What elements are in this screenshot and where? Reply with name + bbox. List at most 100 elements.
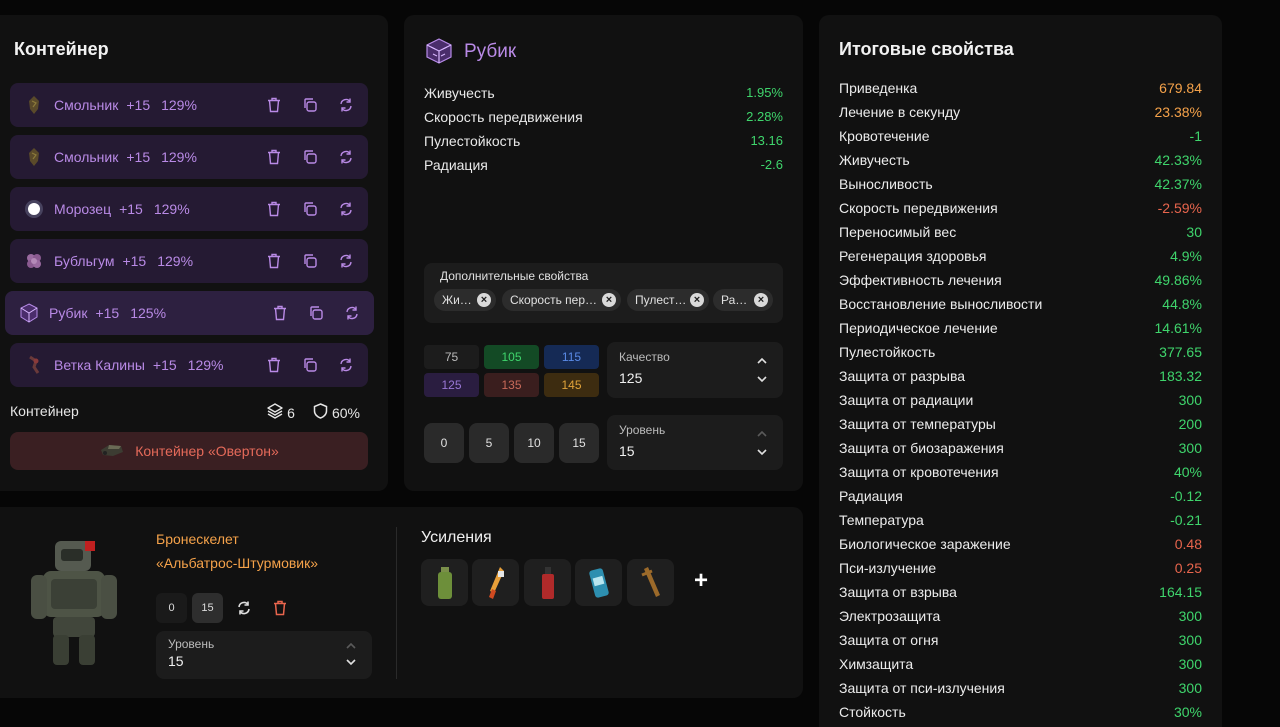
trash-icon[interactable] bbox=[264, 199, 284, 219]
total-stat-row: Биологическое заражение 0.48 bbox=[839, 536, 1202, 558]
extra-property-chip[interactable]: Радиация× bbox=[713, 289, 773, 311]
divider bbox=[396, 527, 397, 679]
artifact-level: +15 bbox=[126, 97, 151, 113]
copy-icon[interactable] bbox=[306, 303, 326, 323]
level-select[interactable]: Уровень 15 bbox=[607, 415, 783, 470]
boost-slot-green-syringe[interactable] bbox=[421, 559, 468, 606]
trash-icon[interactable] bbox=[264, 251, 284, 271]
copy-icon[interactable] bbox=[300, 199, 320, 219]
container-artifact-row[interactable]: Бубльгум +15 129% bbox=[10, 239, 368, 283]
extra-property-chip[interactable]: Пулестойкость× bbox=[627, 289, 709, 311]
container-artifact-row[interactable]: Рубик +15 125% bbox=[5, 291, 374, 335]
boost-slot-red-bottle[interactable] bbox=[524, 559, 571, 606]
container-artifact-row[interactable]: Ветка Калины +15 129% bbox=[10, 343, 368, 387]
close-icon[interactable]: × bbox=[690, 293, 704, 307]
artifact-name: Смольник bbox=[54, 97, 119, 113]
close-icon[interactable]: × bbox=[477, 293, 491, 307]
quality-option-button[interactable]: 105 bbox=[484, 345, 539, 369]
add-boost-button[interactable]: + bbox=[694, 567, 708, 595]
total-stat-name: Пси-излучение bbox=[839, 560, 937, 576]
total-stat-row: Защита от биозаражения 300 bbox=[839, 440, 1202, 462]
boost-slot-blue-can[interactable] bbox=[575, 559, 622, 606]
container-artifact-row[interactable]: Смольник +15 129% bbox=[10, 135, 368, 179]
trash-icon[interactable] bbox=[264, 147, 284, 167]
trash-icon[interactable] bbox=[264, 593, 295, 623]
armor-level-value: 15 bbox=[168, 653, 184, 669]
total-stat-row: Эффективность лечения 49.86% bbox=[839, 272, 1202, 294]
chevron-up-icon[interactable] bbox=[344, 639, 358, 651]
container-overton-button[interactable]: Контейнер «Овертон» bbox=[10, 432, 368, 470]
boost-slot-orange-syringe[interactable] bbox=[472, 559, 519, 606]
chip-label: Скорость передвижения bbox=[510, 293, 599, 307]
boost-slot-brown-injector[interactable] bbox=[627, 559, 674, 606]
refresh-icon[interactable] bbox=[336, 251, 356, 271]
level-option-button[interactable]: 5 bbox=[469, 423, 509, 463]
armor-level-select[interactable]: Уровень 15 bbox=[156, 631, 372, 679]
refresh-icon[interactable] bbox=[336, 199, 356, 219]
level-option-button[interactable]: 15 bbox=[559, 423, 599, 463]
container-artifact-row[interactable]: Морозец +15 129% bbox=[10, 187, 368, 231]
artifact-stat-row: Радиация -2.6 bbox=[424, 157, 783, 177]
quality-option-button[interactable]: 115 bbox=[544, 345, 599, 369]
stat-value: 13.16 bbox=[750, 133, 783, 148]
total-stat-row: Защита от температуры 200 bbox=[839, 416, 1202, 438]
stat-value: -2.6 bbox=[760, 157, 783, 172]
total-stat-row: Скорость передвижения -2.59% bbox=[839, 200, 1202, 222]
total-stat-name: Защита от биозаражения bbox=[839, 440, 1004, 456]
artifact-level: +15 bbox=[152, 357, 177, 373]
quality-option-button[interactable]: 75 bbox=[424, 345, 479, 369]
chevron-down-icon[interactable] bbox=[344, 655, 358, 667]
armor-level-label: Уровень bbox=[168, 637, 215, 651]
container-artifact-row[interactable]: Смольник +15 129% bbox=[10, 83, 368, 127]
total-stat-value: 300 bbox=[1178, 656, 1202, 672]
level-option-button[interactable]: 0 bbox=[424, 423, 464, 463]
close-icon[interactable]: × bbox=[754, 293, 768, 307]
trash-icon[interactable] bbox=[270, 303, 290, 323]
morozets-artifact-icon bbox=[24, 199, 44, 219]
chevron-up-icon[interactable] bbox=[755, 427, 769, 439]
stat-name: Радиация bbox=[424, 157, 488, 173]
level-15-button[interactable]: 15 bbox=[192, 593, 223, 623]
artifact-title: Рубик bbox=[464, 41, 517, 62]
refresh-icon[interactable] bbox=[336, 147, 356, 167]
refresh-icon[interactable] bbox=[342, 303, 362, 323]
quality-option-button[interactable]: 135 bbox=[484, 373, 539, 397]
chevron-up-icon[interactable] bbox=[755, 354, 769, 366]
close-icon[interactable]: × bbox=[602, 293, 616, 307]
boosts-title: Усиления bbox=[421, 529, 492, 546]
total-stat-row: Защита от кровотечения 40% bbox=[839, 464, 1202, 486]
stat-name: Скорость передвижения bbox=[424, 109, 583, 125]
extra-property-chip[interactable]: Скорость передвижения× bbox=[502, 289, 621, 311]
total-stat-name: Приведенка bbox=[839, 80, 918, 96]
quality-select[interactable]: Качество 125 bbox=[607, 342, 783, 398]
total-stat-value: 300 bbox=[1178, 392, 1202, 408]
quality-option-button[interactable]: 145 bbox=[544, 373, 599, 397]
artifact-name: Ветка Калины bbox=[54, 357, 145, 373]
refresh-icon[interactable] bbox=[228, 593, 259, 623]
level-0-button[interactable]: 0 bbox=[156, 593, 187, 623]
total-stat-value: 300 bbox=[1178, 440, 1202, 456]
chevron-down-icon[interactable] bbox=[755, 445, 769, 457]
refresh-icon[interactable] bbox=[336, 355, 356, 375]
copy-icon[interactable] bbox=[300, 355, 320, 375]
total-stat-value: 23.38% bbox=[1154, 104, 1202, 120]
trash-icon[interactable] bbox=[264, 95, 284, 115]
chip-label: Радиация bbox=[721, 293, 751, 307]
container-footer-label: Контейнер bbox=[10, 403, 79, 419]
copy-icon[interactable] bbox=[300, 95, 320, 115]
extra-property-chip[interactable]: Живучесть× bbox=[434, 289, 496, 311]
chevron-down-icon[interactable] bbox=[755, 372, 769, 384]
total-stat-row: Защита от пси-излучения 300 bbox=[839, 680, 1202, 702]
copy-icon[interactable] bbox=[300, 251, 320, 271]
artifact-name: Смольник bbox=[54, 149, 119, 165]
quality-option-button[interactable]: 125 bbox=[424, 373, 479, 397]
copy-icon[interactable] bbox=[300, 147, 320, 167]
container-title: Контейнер bbox=[14, 39, 109, 59]
trash-icon[interactable] bbox=[264, 355, 284, 375]
refresh-icon[interactable] bbox=[336, 95, 356, 115]
artifact-level: +15 bbox=[122, 253, 147, 269]
level-option-button[interactable]: 10 bbox=[514, 423, 554, 463]
totals-panel: Итоговые свойства Приведенка 679.84 Лечени… bbox=[819, 15, 1222, 727]
total-stat-name: Выносливость bbox=[839, 176, 933, 192]
protection-value: 60% bbox=[331, 404, 360, 421]
